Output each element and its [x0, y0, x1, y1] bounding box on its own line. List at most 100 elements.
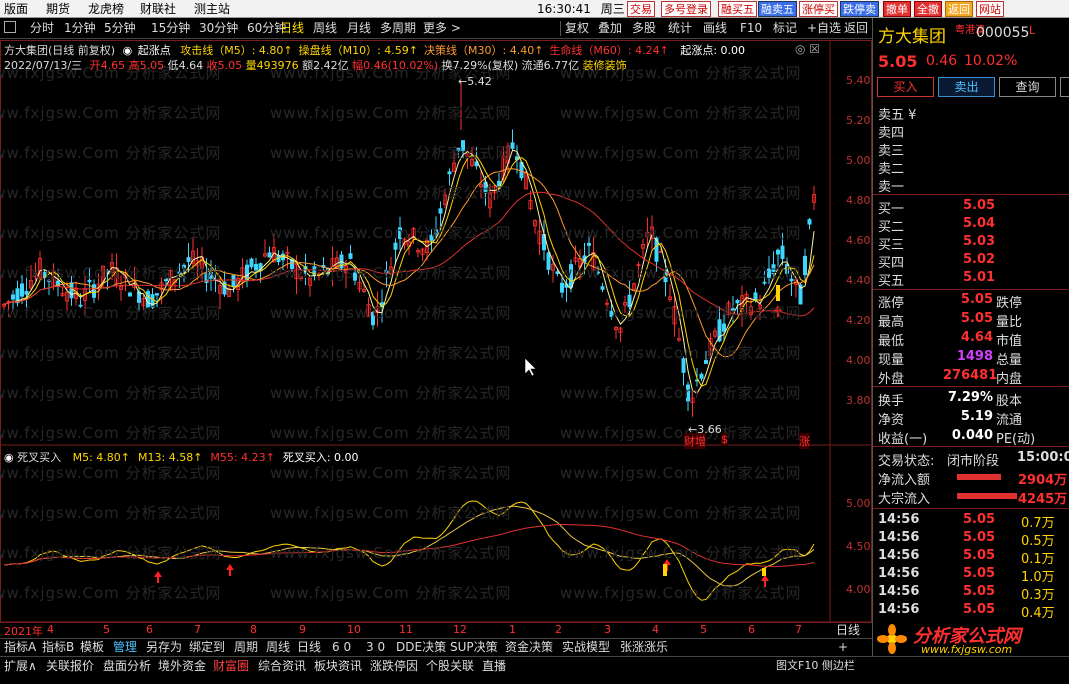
indicator-tab[interactable]: 周期 [234, 639, 258, 656]
indicator-tab[interactable]: 张涨涨乐 [620, 639, 668, 656]
bar-high: 高5.05 [128, 59, 165, 72]
flow-value: 4245万 [1018, 492, 1068, 507]
stock-suffix: L [1029, 24, 1036, 37]
function-tab[interactable]: 板块资讯 [314, 657, 362, 675]
toolbar-button[interactable]: +自选 [807, 20, 841, 37]
trade-button[interactable]: 多号登录 [661, 1, 711, 17]
tag-dollar[interactable]: $ [721, 433, 728, 446]
bar-volume: 量493976 [245, 59, 299, 72]
toolbar-button[interactable]: 多股 [632, 20, 656, 37]
top-menu-item[interactable]: 财联社 [140, 0, 176, 18]
indicator-tab[interactable]: 周线 [266, 639, 290, 656]
period-tab[interactable]: 周线 [313, 20, 337, 37]
tag-rise[interactable]: 涨 [799, 433, 810, 449]
period-tab[interactable]: 15分钟 [151, 20, 190, 37]
candle-body [722, 323, 727, 332]
stat-label: 外盘 [878, 372, 905, 387]
function-tab[interactable]: 关联报价 [46, 657, 94, 675]
toolbar-button[interactable]: 标记 [773, 20, 797, 37]
watermark: www.fxjgsw.Com 分析家公式网 [0, 584, 222, 602]
tick-volume: 0.7万 [1021, 516, 1055, 531]
top-menu-item[interactable]: 版面 [4, 0, 28, 18]
function-tab[interactable]: 综合资讯 [258, 657, 306, 675]
trade-button[interactable]: 融买五 [718, 1, 757, 17]
period-tab[interactable]: 30分钟 [199, 20, 238, 37]
trade-button[interactable]: 撤单 [883, 1, 911, 17]
indicator-tab[interactable]: 6 0 [332, 639, 351, 656]
toolbar-button[interactable]: 统计 [668, 20, 692, 37]
trade-button[interactable]: 融卖五 [758, 1, 797, 17]
watermark: www.fxjgsw.Com 分析家公式网 [560, 544, 802, 562]
watermark: www.fxjgsw.Com 分析家公式网 [270, 504, 512, 522]
stat-value: 5.19 [960, 409, 993, 424]
watermark: www.fxjgsw.Com 分析家公式网 [0, 384, 222, 402]
function-tab[interactable]: 扩展∧ [4, 657, 37, 675]
indicator-tab[interactable]: 实战模型 [562, 639, 610, 656]
tick-volume: 0.4万 [1021, 606, 1055, 621]
period-tab[interactable]: 日线 [280, 20, 304, 37]
indicator-tab[interactable]: 另存为 [146, 639, 182, 656]
watermark: www.fxjgsw.Com 分析家公式网 [0, 224, 222, 242]
indicator-tab[interactable]: 日线 [297, 639, 321, 656]
function-tab[interactable]: 盘面分析 [103, 657, 151, 675]
chart-canvas[interactable] [0, 40, 872, 624]
period-label[interactable]: 日线 [836, 621, 860, 638]
settings-icon[interactable]: ◉ [123, 44, 133, 57]
trade-button[interactable]: 跌停卖 [840, 1, 879, 17]
sell-button[interactable]: 卖出 [938, 77, 995, 97]
top-menu-item[interactable]: 龙虎榜 [88, 0, 124, 18]
add-tab-button[interactable]: + [838, 639, 848, 656]
stat-label-2: 跌停 [996, 296, 1023, 311]
function-tab[interactable]: 直播 [482, 657, 506, 675]
tag-financial[interactable]: 财增 [684, 433, 706, 449]
buy-button[interactable]: 买入 [877, 77, 934, 97]
indicator-tab[interactable]: 3 0 [366, 639, 385, 656]
more-button[interactable] [1060, 77, 1069, 97]
period-tab[interactable]: 多周期 [380, 20, 416, 37]
indicator-tab[interactable]: DDE决策 [396, 639, 446, 656]
period-tab[interactable]: 更多 > [423, 20, 461, 37]
indicator-tab[interactable]: 资金决策 [505, 639, 553, 656]
indicator-tab[interactable]: 指标B [42, 639, 74, 656]
function-tab[interactable]: 境外资金 [158, 657, 206, 675]
toolbar-button[interactable]: 复权 [565, 20, 589, 37]
top-menu-item[interactable]: 期货 [46, 0, 70, 18]
tick-time: 14:56 [878, 602, 920, 617]
function-tab[interactable]: 涨跌停因 [370, 657, 418, 675]
panel-controls-icon[interactable]: ◎ ☒ [795, 42, 820, 56]
top-menu-item[interactable]: 测主站 [194, 0, 230, 18]
candle-body [348, 253, 353, 259]
function-tab[interactable]: 财富圈 [213, 657, 249, 675]
function-tab[interactable]: 个股关联 [426, 657, 474, 675]
trade-button[interactable]: 全撤 [914, 1, 942, 17]
tick-price: 5.05 [963, 512, 996, 527]
sub-line-label: M13: 4.58↑ [138, 451, 203, 464]
indicator-tab[interactable]: 模板 [80, 639, 104, 656]
period-tab[interactable]: 1分钟 [64, 20, 96, 37]
indicator-tab[interactable]: 绑定到 [189, 639, 225, 656]
toolbar-button[interactable]: 叠加 [598, 20, 622, 37]
settings-icon[interactable]: ◉ [4, 451, 14, 464]
trade-button[interactable]: 网站 [976, 1, 1004, 17]
trade-button[interactable]: 涨停买 [799, 1, 838, 17]
indicator-tab[interactable]: SUP决策 [450, 639, 498, 656]
kline-chart[interactable]: www.fxjgsw.Com 分析家公式网 www.fxjgsw.Com 分析家公… [0, 40, 872, 638]
window-icon[interactable] [4, 21, 16, 33]
toolbar-button[interactable]: 返回 [844, 20, 868, 37]
toolbar-button[interactable]: 画线 [703, 20, 727, 37]
query-button[interactable]: 查询 [999, 77, 1056, 97]
trade-button[interactable]: 返回 [945, 1, 973, 17]
period-tab[interactable]: 分时 [30, 20, 54, 37]
bar-sector[interactable]: 装修装饰 [583, 59, 627, 72]
toolbar-button[interactable]: F10 [740, 20, 762, 37]
bar-range: 幅0.46(10.02%) [352, 59, 439, 72]
candle-body [267, 252, 272, 258]
toolbar-divider [560, 21, 561, 36]
trade-button[interactable]: 交易 [627, 1, 655, 17]
indicator-tab[interactable]: 指标A [4, 639, 36, 656]
period-tab[interactable]: 5分钟 [104, 20, 136, 37]
indicator-tab[interactable]: 管理 [113, 639, 137, 656]
period-tab[interactable]: 月线 [347, 20, 371, 37]
sidebar-toggle[interactable]: 图文F10 侧边栏 [776, 657, 855, 675]
buy-level-label: 买一 [878, 202, 905, 217]
